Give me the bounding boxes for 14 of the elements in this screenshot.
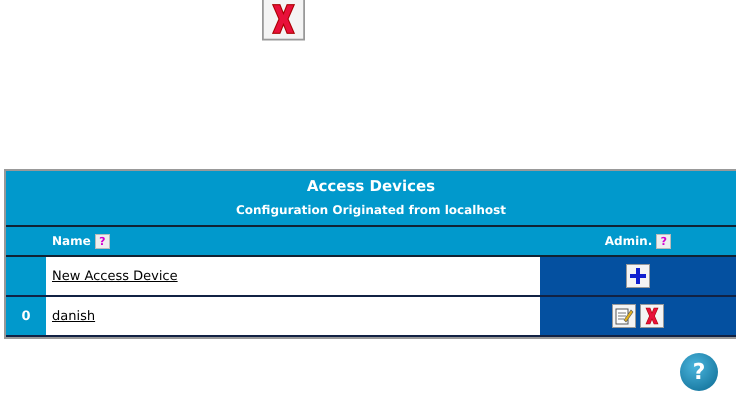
edit-icon[interactable] — [612, 304, 636, 328]
delete-icon[interactable] — [640, 304, 664, 328]
row-index: 0 — [21, 308, 31, 324]
column-header: Admin. — [604, 234, 652, 248]
help-button[interactable]: ? — [656, 234, 672, 248]
delete-icon[interactable] — [262, 0, 305, 42]
add-icon[interactable] — [626, 264, 650, 288]
column-header: Name — [52, 234, 91, 248]
help-button[interactable]: ? — [94, 234, 110, 248]
table-title: Access Devices — [306, 177, 436, 195]
table-subtitle: Configuration Originated from localhost — [236, 203, 506, 217]
device-link[interactable]: New Access Device — [52, 268, 178, 284]
help-button[interactable]: ? — [680, 353, 718, 391]
device-link[interactable]: danish — [52, 308, 96, 324]
